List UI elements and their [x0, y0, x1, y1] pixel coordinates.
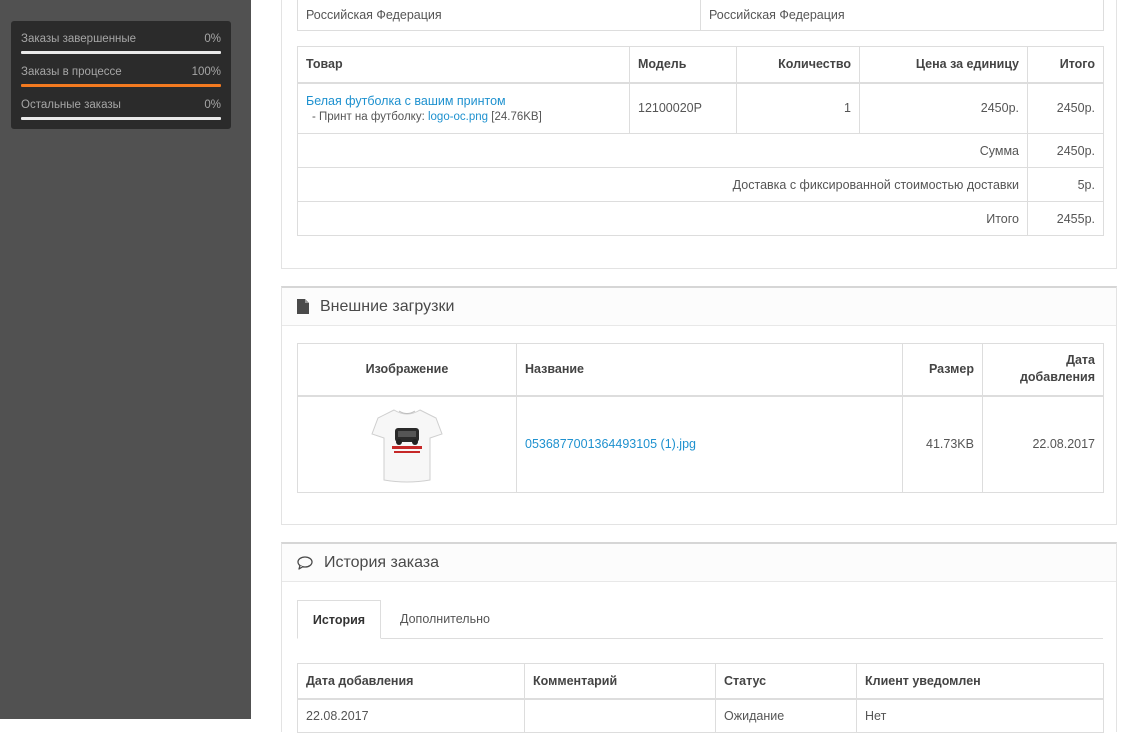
header-product: Товар	[297, 46, 630, 84]
tshirt-thumbnail[interactable]	[370, 404, 444, 484]
file-icon	[297, 299, 309, 314]
header-total: Итого	[1027, 46, 1104, 84]
header-date-added: Дата добавления	[297, 663, 525, 700]
totals-row: Итого 2455р.	[297, 201, 1104, 236]
history-status-cell: Ожидание	[715, 698, 857, 733]
uploads-panel: Внешние загрузки Изображение Название Ра…	[281, 286, 1117, 525]
model-cell: 12100020P	[629, 82, 737, 134]
stat-value: 0%	[204, 99, 221, 111]
uploads-title: Внешние загрузки	[320, 297, 455, 315]
date-cell: 22.08.2017	[982, 395, 1104, 493]
header-quantity: Количество	[736, 46, 860, 84]
product-cell: Белая футболка с вашим принтом - Принт н…	[297, 82, 630, 134]
tab-additional[interactable]: Дополнительно	[385, 600, 505, 639]
header-model: Модель	[629, 46, 737, 84]
stat-completed-orders: Заказы завершенные 0%	[21, 31, 221, 54]
header-status: Статус	[715, 663, 857, 700]
shipping-address-cell: Российская Федерация	[700, 0, 1104, 31]
upload-file-link[interactable]: 0536877001364493105 (1).jpg	[525, 437, 696, 451]
tab-history[interactable]: История	[297, 600, 381, 639]
totals-label: Доставка с фиксированной стоимостью дост…	[297, 167, 1028, 202]
header-date-added: Дата добавления	[982, 343, 1104, 397]
stat-label: Заказы в процессе	[21, 66, 122, 78]
option-file-link[interactable]: logo-oc.png	[428, 111, 488, 123]
order-stats-widget: Заказы завершенные 0% Заказы в процессе …	[11, 21, 231, 129]
total-cell: 2450р.	[1027, 82, 1104, 134]
table-row: Белая футболка с вашим принтом - Принт н…	[297, 82, 1104, 134]
totals-row: Доставка с фиксированной стоимостью дост…	[297, 167, 1104, 202]
uploads-table: Изображение Название Размер Дата добавле…	[297, 343, 1104, 493]
progress-fill	[21, 84, 221, 87]
stat-other-orders: Остальные заказы 0%	[21, 97, 221, 120]
history-table: Дата добавления Комментарий Статус Клиен…	[297, 663, 1104, 733]
history-title: История заказа	[324, 553, 440, 571]
history-comment-cell	[524, 698, 716, 733]
progress-bar	[21, 117, 221, 120]
stat-processing-orders: Заказы в процессе 100%	[21, 64, 221, 87]
address-table: Российская Федерация Российская Федераци…	[297, 0, 1104, 31]
uploads-panel-heading: Внешние загрузки	[282, 288, 1116, 326]
header-image: Изображение	[297, 343, 517, 397]
stat-value: 100%	[191, 66, 221, 78]
history-panel: История заказа История Дополнительно Дат…	[281, 542, 1117, 733]
stat-value: 0%	[204, 33, 221, 45]
totals-label: Итого	[297, 201, 1028, 236]
history-notified-cell: Нет	[856, 698, 1104, 733]
header-comment: Комментарий	[524, 663, 716, 700]
totals-value: 2450р.	[1027, 133, 1104, 168]
image-cell	[297, 395, 517, 493]
header-unit-price: Цена за единицу	[859, 46, 1028, 84]
unit-price-cell: 2450р.	[859, 82, 1028, 134]
table-row: 22.08.2017 Ожидание Нет	[297, 698, 1104, 733]
header-name: Название	[516, 343, 903, 397]
sidebar: Заказы завершенные 0% Заказы в процессе …	[0, 0, 251, 719]
quantity-cell: 1	[736, 82, 860, 134]
stat-label: Заказы завершенные	[21, 33, 137, 45]
order-details-panel: Российская Федерация Российская Федераци…	[281, 0, 1117, 269]
size-cell: 41.73KB	[902, 395, 983, 493]
totals-value: 2455р.	[1027, 201, 1104, 236]
totals-label: Сумма	[297, 133, 1028, 168]
table-row: 0536877001364493105 (1).jpg 41.73KB 22.0…	[297, 395, 1104, 493]
header-size: Размер	[902, 343, 983, 397]
payment-country: Российская Федерация	[306, 8, 442, 22]
totals-value: 5р.	[1027, 167, 1104, 202]
header-date-line2: добавления	[1019, 370, 1095, 385]
header-customer-notified: Клиент уведомлен	[856, 663, 1104, 700]
comment-icon	[297, 555, 313, 570]
header-date-line1: Дата	[1066, 353, 1095, 368]
history-panel-heading: История заказа	[282, 544, 1116, 582]
history-tabs: История Дополнительно	[297, 600, 1103, 639]
payment-address-cell: Российская Федерация	[297, 0, 701, 31]
stat-label: Остальные заказы	[21, 99, 121, 111]
main-content: Российская Федерация Российская Федераци…	[251, 0, 1134, 733]
totals-row: Сумма 2450р.	[297, 133, 1104, 168]
progress-bar	[21, 51, 221, 54]
filename-cell: 0536877001364493105 (1).jpg	[516, 395, 903, 493]
products-table: Товар Модель Количество Цена за единицу …	[297, 46, 1104, 236]
progress-bar	[21, 84, 221, 87]
option-size: [24.76KB]	[491, 110, 542, 123]
product-link[interactable]: Белая футболка с вашим принтом	[306, 94, 506, 108]
option-label: - Принт на футболку:	[312, 110, 425, 123]
history-date-cell: 22.08.2017	[297, 698, 525, 733]
shipping-country: Российская Федерация	[709, 8, 845, 22]
